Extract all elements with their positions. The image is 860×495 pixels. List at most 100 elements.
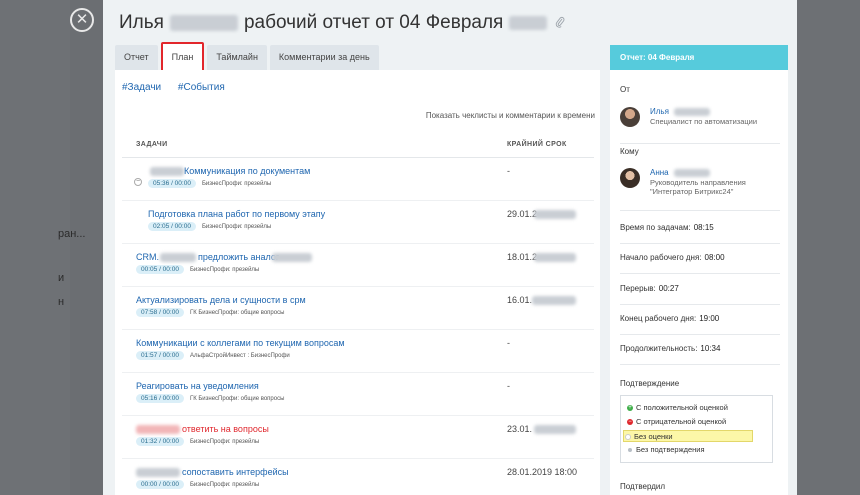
title-name: Илья xyxy=(119,12,164,33)
project-label: БизнесПрофи: презейлы xyxy=(189,266,260,273)
tab-plan[interactable]: План xyxy=(160,42,205,72)
break-time: Перерыв: 00:27 xyxy=(620,284,679,293)
day-start: Начало рабочего дня: 08:00 xyxy=(620,253,725,262)
redacted-text xyxy=(674,108,710,116)
option-negative[interactable]: − С отрицательной оценкой xyxy=(626,416,756,428)
avatar[interactable] xyxy=(620,168,640,188)
deadline-value: 18.01.2 xyxy=(507,252,538,262)
tab-day-comments[interactable]: Комментарии за день xyxy=(269,45,379,70)
title-text: рабочий отчет от 04 Февраля xyxy=(243,12,504,33)
divider xyxy=(620,273,780,274)
deadline-value: 29.01.2 xyxy=(507,209,538,219)
from-person: Илья Специалист по автоматизации xyxy=(620,107,780,137)
project-label: БизнесПрофи: презейлы xyxy=(201,223,272,230)
project-label: БизнесПрофи: презейлы xyxy=(189,481,260,488)
redacted-text xyxy=(150,167,184,176)
task-link[interactable]: Подготовка плана работ по первому этапу xyxy=(148,209,325,219)
to-name[interactable]: Анна xyxy=(650,168,669,177)
redacted-text xyxy=(534,210,576,219)
deadline-value: 28.01.2019 18:00 xyxy=(507,467,578,477)
from-name[interactable]: Илья xyxy=(650,107,669,116)
table-row: Коммуникация по документам − 05:36 / 00:… xyxy=(122,158,594,201)
table-row: Реагировать на уведомления 05:16 / 00:00… xyxy=(122,373,594,416)
redacted-text xyxy=(272,253,312,262)
deadline-value: 23.01. xyxy=(507,424,533,434)
close-icon[interactable]: ✕ xyxy=(70,8,94,32)
task-meta: 00:05 / 00:00 БизнесПрофи: презейлы xyxy=(136,265,259,274)
table-row: Подготовка плана работ по первому этапу … xyxy=(122,201,594,244)
filter-tasks-link[interactable]: #Задачи xyxy=(122,82,161,93)
plan-panel: #Задачи #События Показать чеклисты и ком… xyxy=(115,70,600,495)
task-meta: 05:36 / 00:00 БизнесПрофи: презейлы xyxy=(148,179,271,188)
from-label: От xyxy=(620,85,630,94)
option-no-rating[interactable]: Без оценки xyxy=(623,430,753,442)
time-badge: 01:32 / 00:00 xyxy=(136,437,184,446)
project-label: АльфаСтройИнвест : БизнесПрофи xyxy=(189,352,290,359)
show-checklists-link[interactable]: Показать чеклисты и комментарии к времен… xyxy=(426,111,595,120)
table-row: Актуализировать дела и сущности в срм 07… xyxy=(122,287,594,330)
redacted-text xyxy=(532,296,576,305)
from-role: Специалист по автоматизации xyxy=(650,117,758,126)
tab-timeline[interactable]: Таймлайн xyxy=(207,45,267,70)
task-link[interactable]: CRM. xyxy=(136,252,159,262)
option-positive[interactable]: + С положительной оценкой xyxy=(626,402,756,414)
background-text: н xyxy=(58,296,65,308)
task-link[interactable]: Реагировать на уведомления xyxy=(136,381,259,391)
column-deadline: КРАЙНИЙ СРОК xyxy=(507,141,567,148)
redacted-text xyxy=(160,253,196,262)
sidebar-header: Отчет: 04 Февраля xyxy=(610,45,788,70)
divider xyxy=(620,210,780,211)
time-badge: 01:57 / 00:00 xyxy=(136,351,184,360)
deadline-value: - xyxy=(507,381,510,391)
redacted-year xyxy=(509,16,548,30)
redacted-surname xyxy=(169,15,238,31)
redacted-text xyxy=(136,468,180,477)
time-badge: 07:58 / 00:00 xyxy=(136,308,184,317)
avatar[interactable] xyxy=(620,107,640,127)
paperclip-icon[interactable] xyxy=(555,16,565,31)
task-link[interactable]: Коммуникации с коллегами по текущим вопр… xyxy=(136,338,345,348)
confirmation-label: Подтверждение xyxy=(620,379,680,388)
dot-icon xyxy=(628,448,632,452)
option-unconfirmed[interactable]: Без подтверждения xyxy=(626,444,756,456)
deadline-value: 16.01. xyxy=(507,295,533,305)
project-label: БизнесПрофи: презейлы xyxy=(189,438,260,445)
confirmed-by-label: Подтвердил xyxy=(620,482,666,491)
circle-icon xyxy=(625,434,631,440)
redacted-text xyxy=(674,169,710,177)
minus-icon: − xyxy=(627,419,633,425)
duration: Продолжительность: 10:34 xyxy=(620,344,721,353)
task-link[interactable]: ответить на вопросы xyxy=(182,424,269,434)
divider xyxy=(620,243,780,244)
redacted-text xyxy=(534,253,576,262)
page-title: Илья рабочий отчет от 04 Февраля xyxy=(119,9,565,37)
task-link[interactable]: сопоставить интерфейсы xyxy=(182,467,289,477)
tab-report[interactable]: Отчет xyxy=(115,45,158,70)
redacted-text xyxy=(136,425,180,434)
table-row: ответить на вопросы 01:32 / 00:00 Бизнес… xyxy=(122,416,594,459)
tab-bar: Отчет План Таймлайн Комментарии за день xyxy=(115,42,382,72)
task-meta: 01:32 / 00:00 БизнесПрофи: презейлы xyxy=(136,437,259,446)
task-meta: 01:57 / 00:00 АльфаСтройИнвест : БизнесП… xyxy=(136,351,290,360)
task-link-rest[interactable]: предложить аналог xyxy=(198,252,279,262)
task-link[interactable]: Актуализировать дела и сущности в срм xyxy=(136,295,306,305)
to-role-line2: "Интегратор Битрикс24" xyxy=(650,187,734,196)
time-badge: 05:16 / 00:00 xyxy=(136,394,184,403)
background-page-right xyxy=(797,0,860,495)
project-label: БизнесПрофи: презейлы xyxy=(201,180,272,187)
filter-events-link[interactable]: #События xyxy=(178,82,225,93)
report-sidebar: Отчет: 04 Февраля От Илья Специалист по … xyxy=(610,45,788,495)
task-link[interactable]: Коммуникация по документам xyxy=(184,166,310,176)
report-slider: Илья рабочий отчет от 04 Февраля Отчет П… xyxy=(103,0,797,495)
divider xyxy=(620,364,780,365)
table-header: ЗАДАЧИ КРАЙНИЙ СРОК xyxy=(122,130,594,158)
column-tasks: ЗАДАЧИ xyxy=(136,141,168,148)
table-row: сопоставить интерфейсы 00:00 / 00:00 Биз… xyxy=(122,459,594,495)
deadline-value: - xyxy=(507,166,510,176)
collapse-icon[interactable]: − xyxy=(134,178,142,186)
background-text: ран... xyxy=(58,228,86,240)
project-label: ГК БизнесПрофи: общие вопросы xyxy=(189,395,285,402)
time-badge: 00:05 / 00:00 xyxy=(136,265,184,274)
day-end: Конец рабочего дня: 19:00 xyxy=(620,314,720,323)
time-by-tasks: Время по задачам: 08:15 xyxy=(620,223,714,232)
